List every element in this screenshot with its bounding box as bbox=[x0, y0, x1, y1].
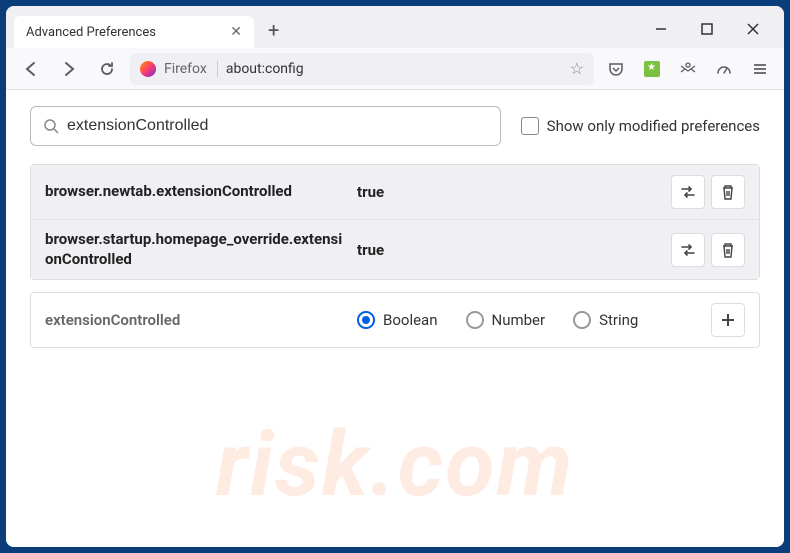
add-pref-button[interactable] bbox=[711, 303, 745, 337]
radio-icon bbox=[357, 311, 375, 329]
pocket-icon[interactable] bbox=[602, 55, 630, 83]
pref-row[interactable]: browser.newtab.extensionControlled true bbox=[31, 165, 759, 219]
radio-boolean[interactable]: Boolean bbox=[357, 311, 438, 329]
back-button[interactable] bbox=[16, 54, 46, 84]
window-controls bbox=[638, 6, 776, 44]
radio-icon bbox=[573, 311, 591, 329]
pref-value: true bbox=[357, 183, 659, 201]
radio-label: Boolean bbox=[383, 311, 438, 329]
modified-only-option[interactable]: Show only modified preferences bbox=[521, 117, 760, 135]
bookmark-star-icon[interactable]: ☆ bbox=[570, 59, 584, 78]
window: Advanced Preferences ✕ + Firefox about:c… bbox=[6, 6, 784, 547]
modified-label: Show only modified preferences bbox=[547, 117, 760, 135]
url-prefix: Firefox bbox=[164, 61, 218, 77]
radio-label: Number bbox=[492, 311, 546, 329]
radio-label: String bbox=[599, 311, 638, 329]
new-pref-name: extensionControlled bbox=[45, 311, 345, 329]
watermark: risk.com bbox=[216, 412, 574, 517]
radio-string[interactable]: String bbox=[573, 311, 638, 329]
delete-button[interactable] bbox=[711, 175, 745, 209]
tab-title: Advanced Preferences bbox=[26, 25, 156, 40]
forward-button[interactable] bbox=[54, 54, 84, 84]
maximize-button[interactable] bbox=[684, 14, 730, 44]
pref-actions bbox=[671, 233, 745, 267]
reload-button[interactable] bbox=[92, 54, 122, 84]
search-row: Show only modified preferences bbox=[30, 106, 760, 146]
dashboard-icon[interactable] bbox=[710, 55, 738, 83]
search-icon bbox=[43, 118, 59, 134]
firefox-logo-icon bbox=[140, 61, 156, 77]
search-box[interactable] bbox=[30, 106, 501, 146]
extension-icon[interactable] bbox=[638, 55, 666, 83]
toggle-button[interactable] bbox=[671, 233, 705, 267]
url-address: about:config bbox=[226, 61, 562, 77]
delete-button[interactable] bbox=[711, 233, 745, 267]
close-window-button[interactable] bbox=[730, 14, 776, 44]
new-tab-button[interactable]: + bbox=[258, 12, 289, 48]
minimize-button[interactable] bbox=[638, 14, 684, 44]
close-tab-icon[interactable]: ✕ bbox=[230, 24, 242, 40]
browser-tab[interactable]: Advanced Preferences ✕ bbox=[14, 16, 254, 48]
menu-icon[interactable] bbox=[746, 55, 774, 83]
pref-value: true bbox=[357, 241, 659, 259]
toggle-button[interactable] bbox=[671, 175, 705, 209]
pref-name: browser.newtab.extensionControlled bbox=[45, 182, 345, 202]
search-input[interactable] bbox=[67, 117, 488, 135]
radio-number[interactable]: Number bbox=[466, 311, 546, 329]
mail-icon[interactable] bbox=[674, 55, 702, 83]
toolbar: Firefox about:config ☆ bbox=[6, 48, 784, 90]
pref-row[interactable]: browser.startup.homepage_override.extens… bbox=[31, 219, 759, 279]
modified-checkbox[interactable] bbox=[521, 117, 539, 135]
pref-name: browser.startup.homepage_override.extens… bbox=[45, 230, 345, 269]
radio-icon bbox=[466, 311, 484, 329]
type-radio-group: Boolean Number String bbox=[357, 311, 699, 329]
tab-bar: Advanced Preferences ✕ + bbox=[6, 6, 784, 48]
pref-actions bbox=[671, 175, 745, 209]
new-pref-row: extensionControlled Boolean Number Strin… bbox=[30, 292, 760, 348]
content-area: Show only modified preferences browser.n… bbox=[6, 90, 784, 547]
prefs-table: browser.newtab.extensionControlled true … bbox=[30, 164, 760, 280]
url-bar[interactable]: Firefox about:config ☆ bbox=[130, 53, 594, 85]
